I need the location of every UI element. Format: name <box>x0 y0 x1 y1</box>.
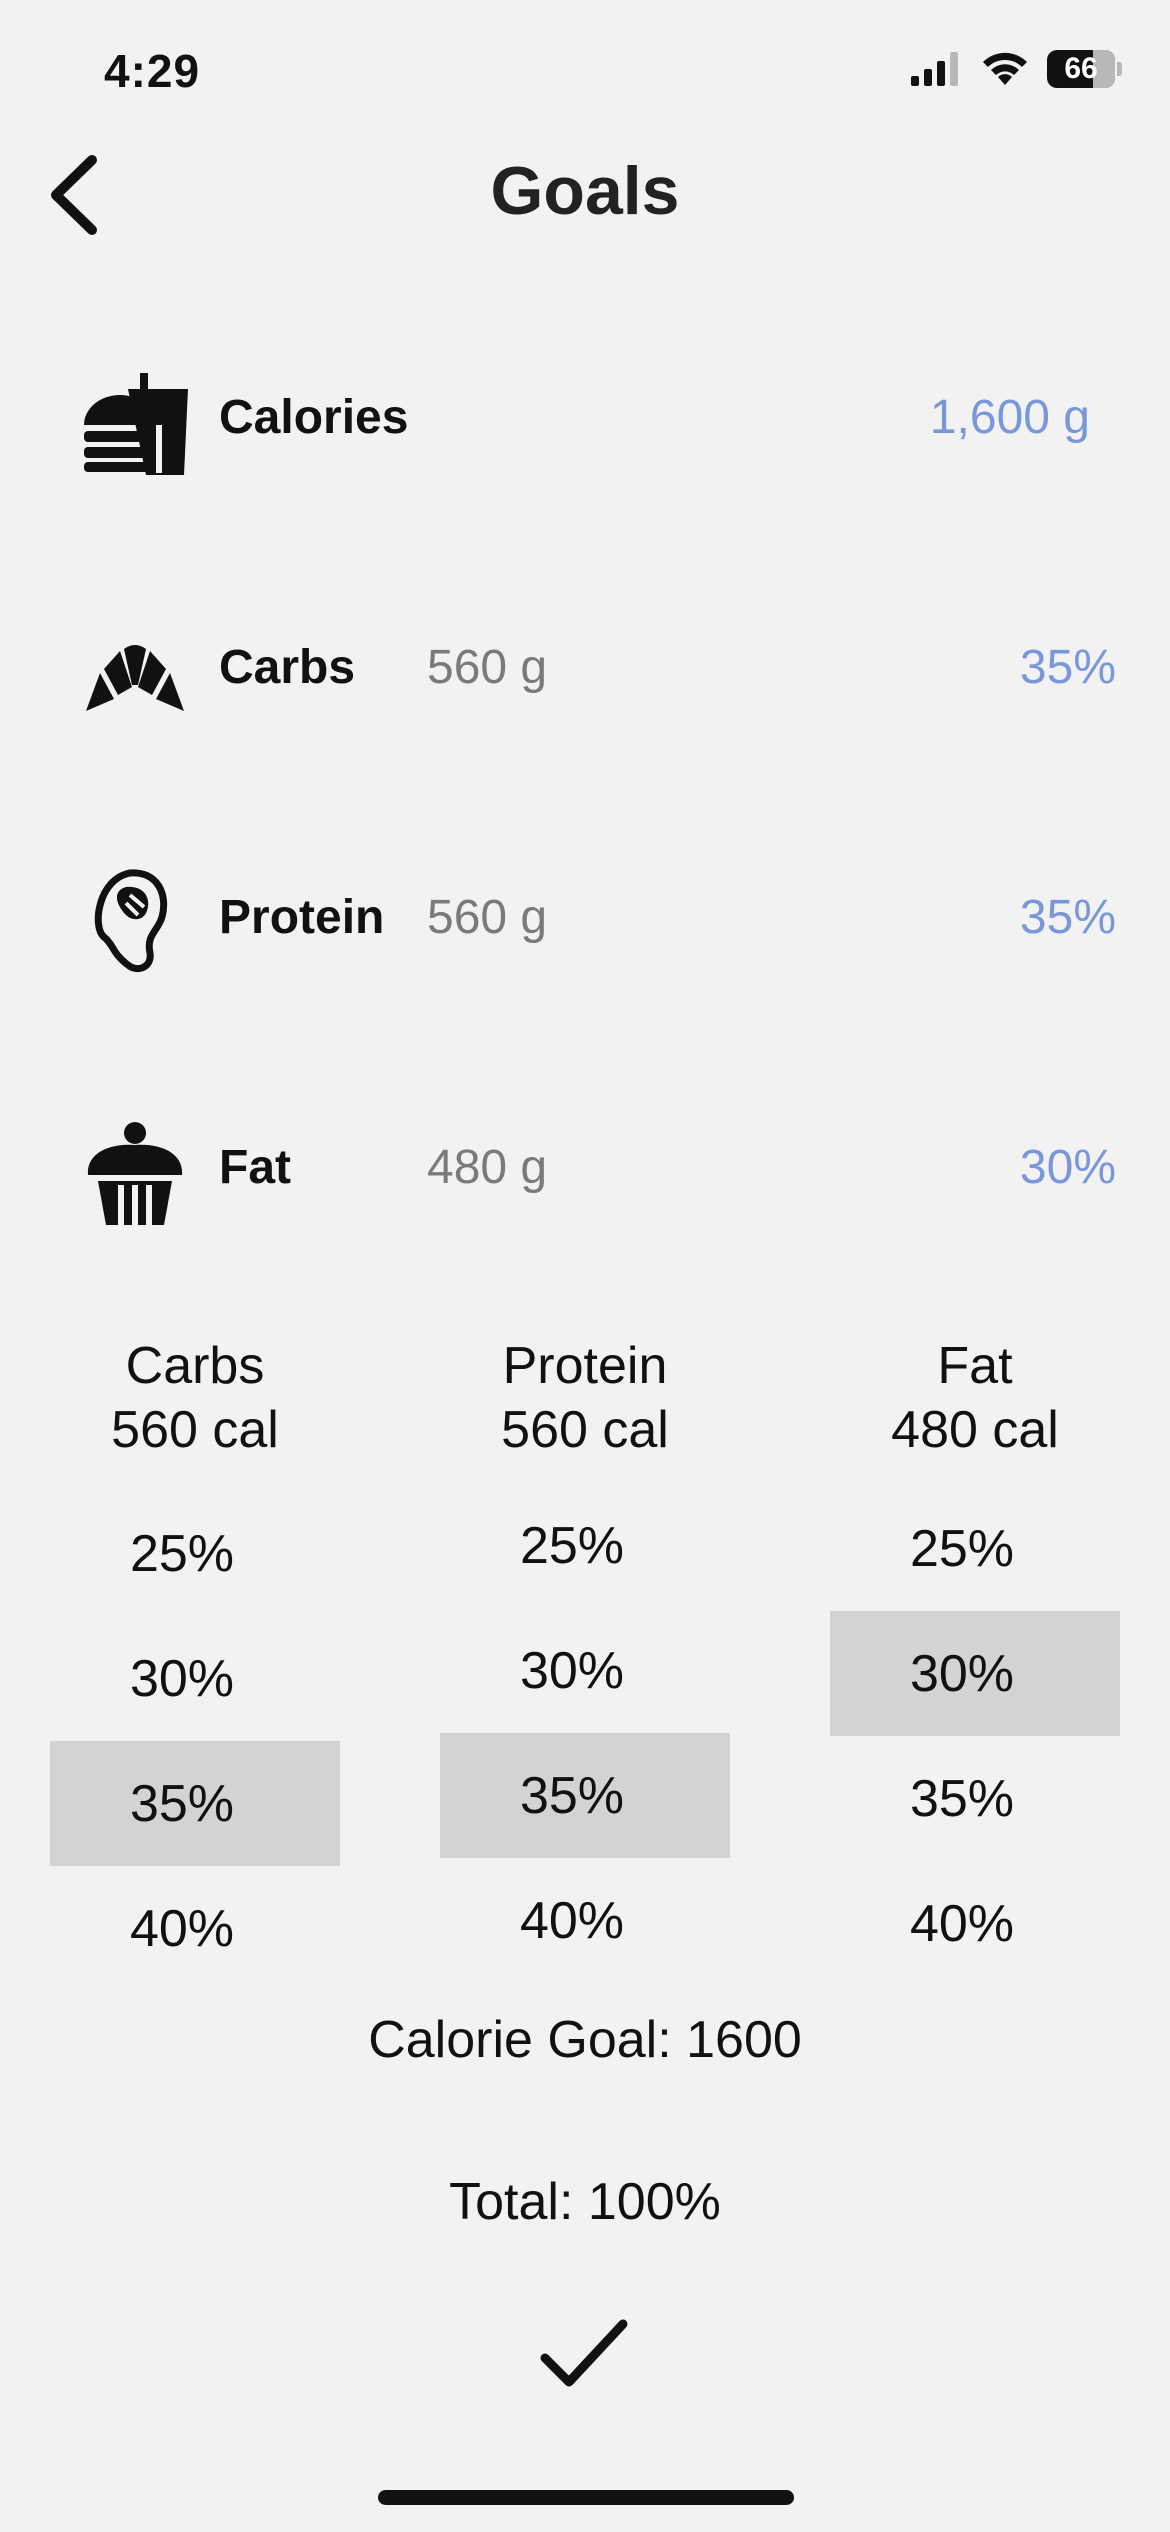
carbs-percent-picker[interactable]: 25% 30% 35% 40% <box>50 1491 340 1991</box>
macro-grams: 560 g <box>427 891 548 944</box>
croissant-icon <box>86 645 184 711</box>
battery-tip <box>1117 62 1122 76</box>
macro-row-fat[interactable]: Fat 480 g 30% <box>0 1090 1170 1225</box>
macro-label: Calories <box>219 391 409 444</box>
picker-option[interactable]: 30% <box>50 1616 340 1741</box>
confirm-button[interactable] <box>535 2300 635 2400</box>
battery-icon: 66 <box>1047 50 1115 88</box>
picker-option-selected[interactable]: 35% <box>440 1733 730 1858</box>
macro-percent: 35% <box>1019 891 1116 944</box>
status-time: 4:29 <box>104 45 201 97</box>
macro-label: Protein <box>219 891 385 944</box>
macro-grams: 560 g <box>427 641 548 694</box>
column-title: Fat <box>937 1337 1013 1395</box>
macro-percent: 35% <box>1019 641 1116 694</box>
column-calories: 560 cal <box>111 1401 279 1459</box>
signal-icon <box>911 52 958 86</box>
fast-food-icon <box>84 373 188 475</box>
page-title: Goals <box>490 153 680 229</box>
protein-percent-picker[interactable]: 25% 30% 35% 40% <box>440 1483 730 1983</box>
fat-column-header: Fat 480 cal <box>830 1334 1120 1462</box>
macro-label: Carbs <box>219 641 356 694</box>
calorie-goal-text: Calorie Goal: 1600 <box>368 2011 802 2069</box>
picker-option-selected[interactable]: 30% <box>830 1611 1120 1736</box>
picker-option[interactable]: 25% <box>830 1486 1120 1611</box>
picker-option[interactable]: 40% <box>830 1861 1120 1986</box>
battery-level: 66 <box>1064 52 1098 85</box>
wifi-icon <box>983 52 1027 85</box>
column-calories: 560 cal <box>501 1401 669 1459</box>
picker-option[interactable]: 25% <box>440 1483 730 1608</box>
macro-row-calories[interactable]: Calories 1,600 g <box>0 340 1170 475</box>
picker-option-selected[interactable]: 35% <box>50 1741 340 1866</box>
macro-value: 1,600 g <box>929 391 1090 444</box>
checkmark-icon <box>540 2319 628 2387</box>
picker-option[interactable]: 35% <box>830 1736 1120 1861</box>
macro-grams: 480 g <box>427 1141 548 1194</box>
total-percent-text: Total: 100% <box>449 2173 721 2231</box>
picker-option[interactable]: 40% <box>50 1866 340 1991</box>
steak-icon <box>94 869 168 972</box>
picker-option[interactable]: 40% <box>440 1858 730 1983</box>
picker-option[interactable]: 25% <box>50 1491 340 1616</box>
macro-label: Fat <box>219 1141 291 1194</box>
column-title: Carbs <box>125 1337 265 1395</box>
macro-row-carbs[interactable]: Carbs 560 g 35% <box>0 590 1170 720</box>
fat-percent-picker[interactable]: 25% 30% 35% 40% <box>830 1486 1120 1986</box>
home-indicator[interactable] <box>378 2490 794 2505</box>
carbs-column-header: Carbs 560 cal <box>50 1334 340 1462</box>
column-title: Protein <box>502 1337 668 1395</box>
column-calories: 480 cal <box>891 1401 1059 1459</box>
status-icons: 66 <box>911 50 1122 88</box>
picker-option[interactable]: 30% <box>440 1608 730 1733</box>
cupcake-icon <box>87 1122 183 1225</box>
protein-column-header: Protein 560 cal <box>440 1334 730 1462</box>
macro-row-protein[interactable]: Protein 560 g 35% <box>0 840 1170 972</box>
macro-percent: 30% <box>1019 1141 1116 1194</box>
